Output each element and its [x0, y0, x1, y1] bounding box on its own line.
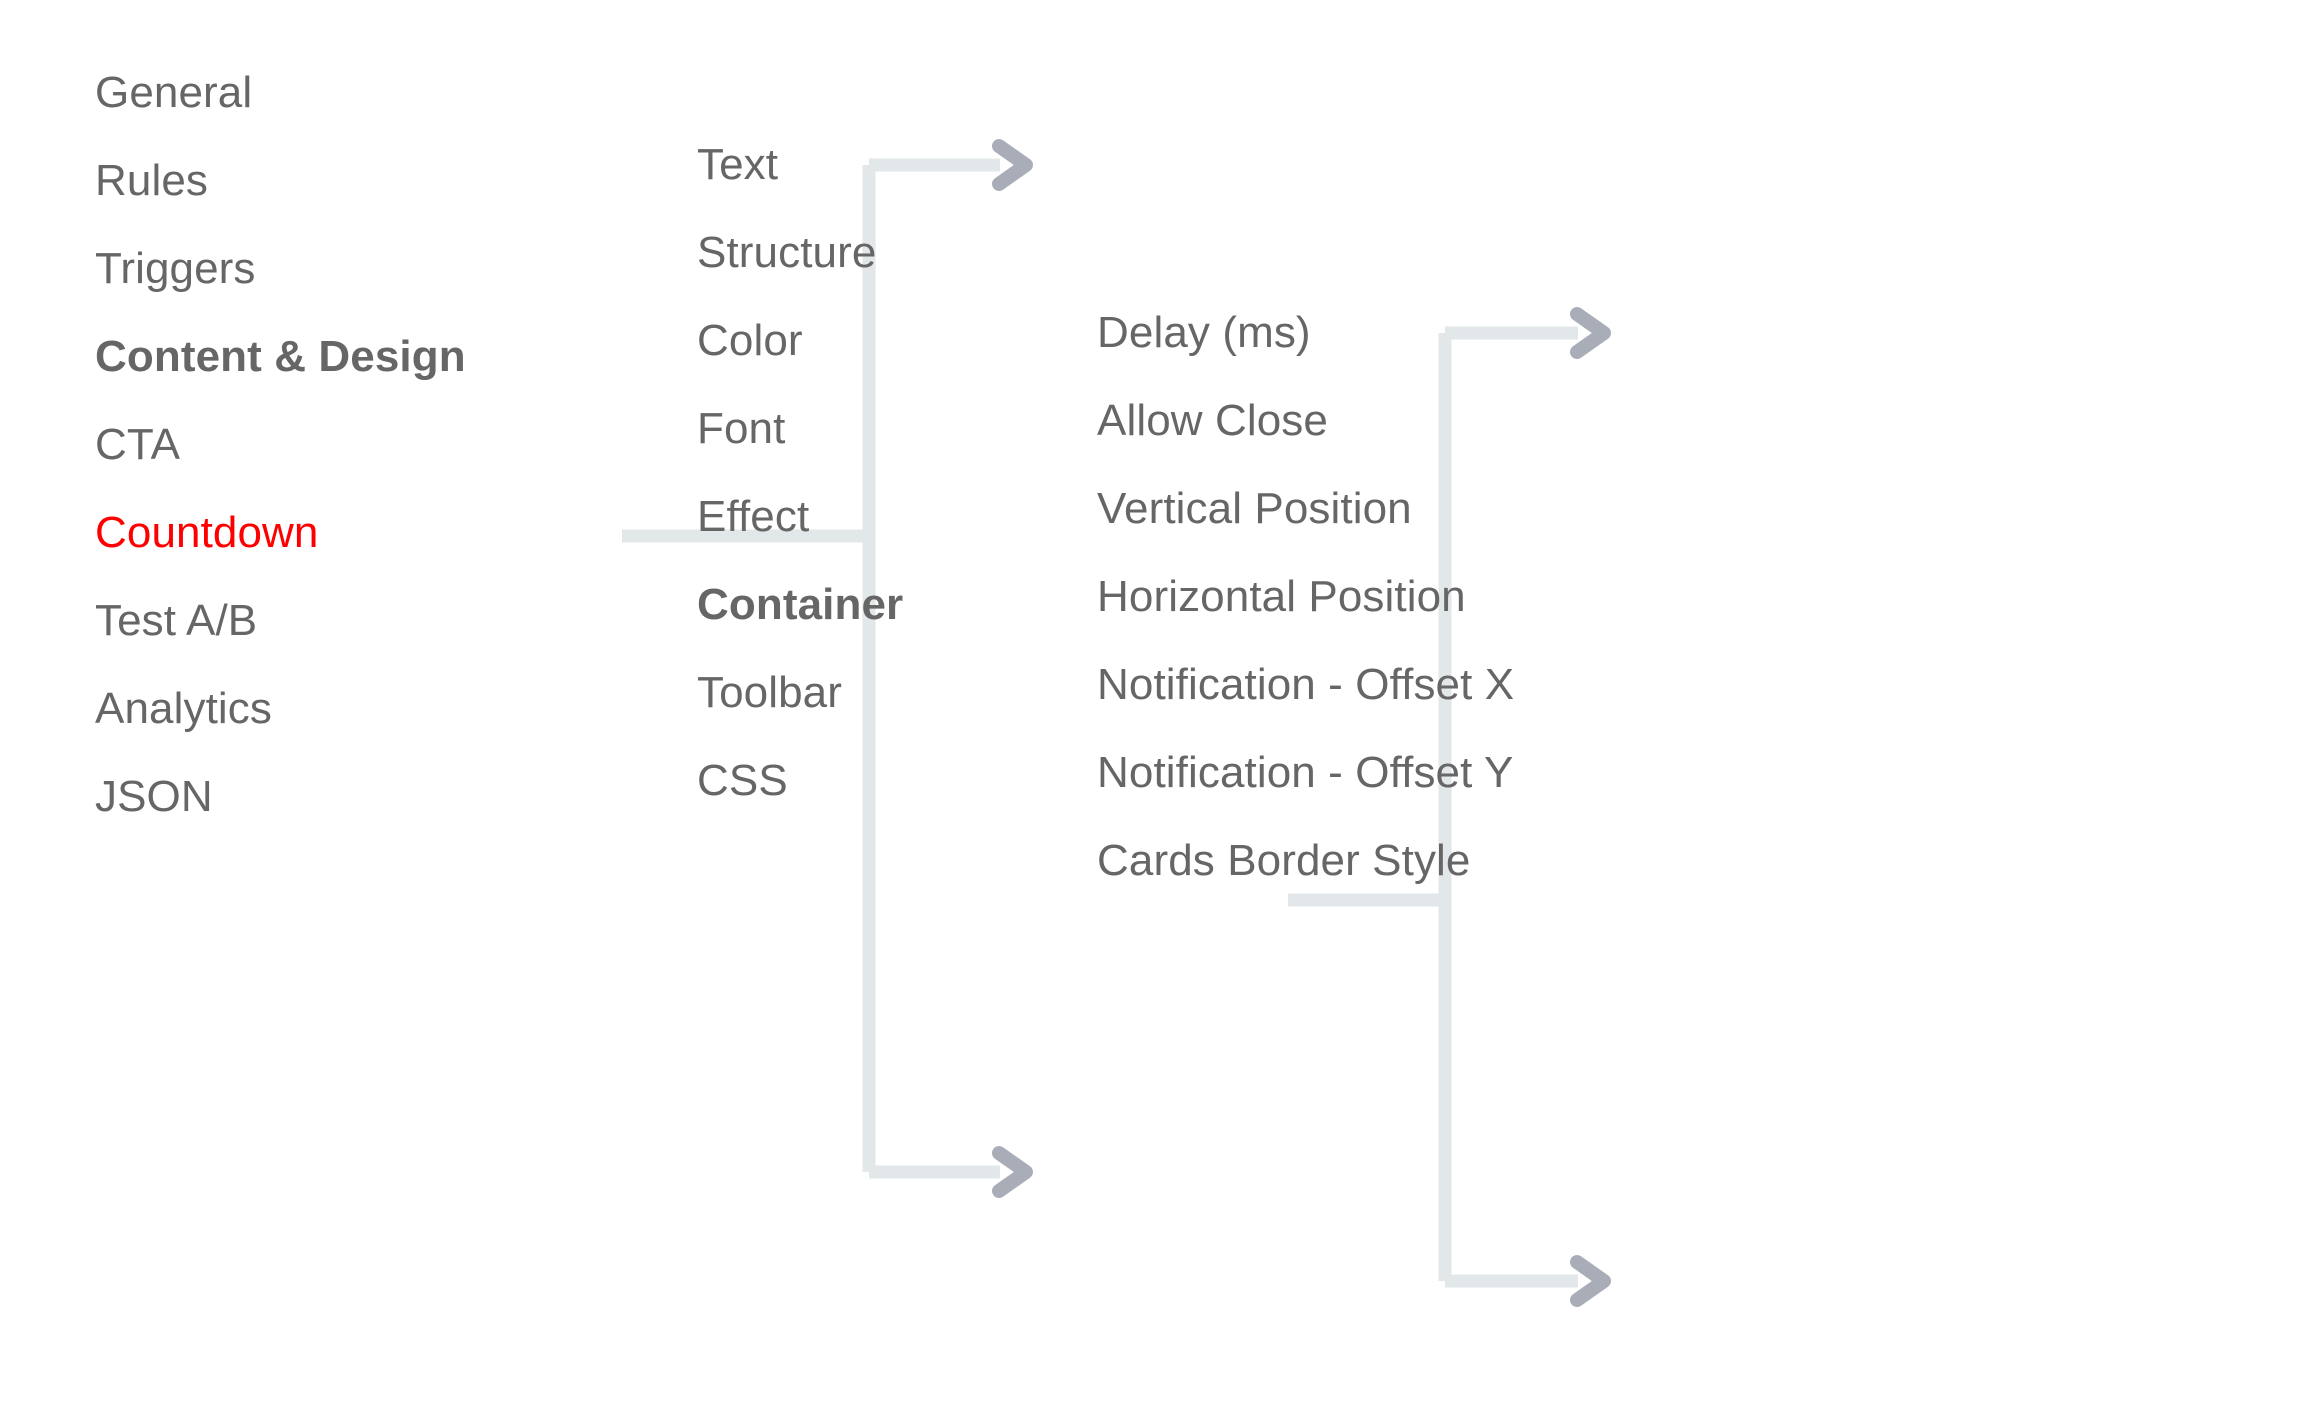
arrowhead-icon-cards-border-style	[1570, 1255, 1611, 1307]
nav-item-rules[interactable]: Rules	[95, 159, 208, 203]
setting-item-notification-offset-y[interactable]: Notification - Offset Y	[1097, 751, 1513, 795]
setting-item-vertical-position[interactable]: Vertical Position	[1097, 487, 1412, 531]
subnav-item-structure[interactable]: Structure	[697, 231, 876, 275]
nav-item-test-ab[interactable]: Test A/B	[95, 599, 257, 643]
subnav-item-toolbar[interactable]: Toolbar	[697, 671, 842, 715]
nav-item-countdown[interactable]: Countdown	[95, 511, 319, 555]
setting-item-cards-border-style[interactable]: Cards Border Style	[1097, 839, 1471, 883]
subnav-item-container[interactable]: Container	[697, 583, 903, 627]
arrowhead-icon-text	[992, 139, 1033, 191]
subnav-item-text[interactable]: Text	[697, 143, 778, 187]
setting-item-notification-offset-x[interactable]: Notification - Offset X	[1097, 663, 1514, 707]
diagram-canvas: General Rules Triggers Content & Design …	[0, 0, 2320, 1428]
setting-item-allow-close[interactable]: Allow Close	[1097, 399, 1328, 443]
connector-layer	[622, 139, 1611, 1307]
arrowhead-icon-delay	[1570, 307, 1611, 359]
connector-container-to-settings	[1288, 307, 1611, 1307]
nav-item-content-and-design[interactable]: Content & Design	[95, 335, 466, 379]
subnav-item-effect[interactable]: Effect	[697, 495, 809, 539]
nav-item-cta[interactable]: CTA	[95, 423, 180, 467]
subnav-item-font[interactable]: Font	[697, 407, 785, 451]
nav-item-analytics[interactable]: Analytics	[95, 687, 272, 731]
subnav-item-color[interactable]: Color	[697, 319, 803, 363]
nav-item-json[interactable]: JSON	[95, 775, 213, 819]
setting-item-horizontal-position[interactable]: Horizontal Position	[1097, 575, 1466, 619]
subnav-item-css[interactable]: CSS	[697, 759, 788, 803]
setting-item-delay-ms[interactable]: Delay (ms)	[1097, 311, 1311, 355]
nav-item-general[interactable]: General	[95, 71, 252, 115]
nav-item-triggers[interactable]: Triggers	[95, 247, 256, 291]
arrowhead-icon-css	[992, 1146, 1033, 1198]
